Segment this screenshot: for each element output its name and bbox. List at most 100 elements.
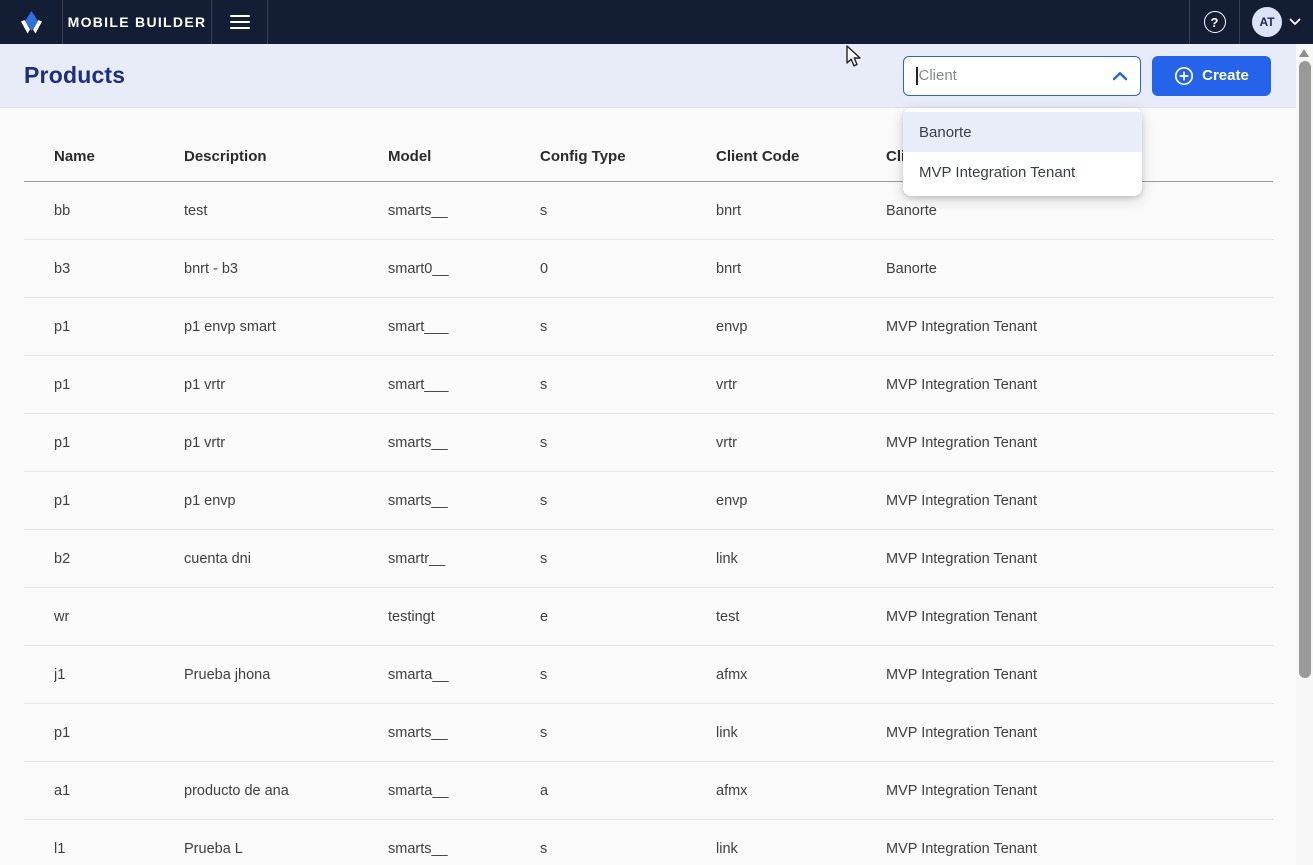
table-cell: test [184,203,388,219]
table-cell: p1 [54,377,184,393]
client-filter-input[interactable]: Client [903,56,1141,96]
table-cell: MVP Integration Tenant [886,609,1273,625]
table-cell: s [540,551,716,567]
create-button[interactable]: Create [1152,56,1271,96]
table-cell: Banorte [886,203,1273,219]
header-actions: Client Create [903,56,1271,96]
table-cell: 0 [540,261,716,277]
table-cell: MVP Integration Tenant [886,493,1273,509]
help-button[interactable]: ? [1190,0,1240,44]
table-row[interactable]: p1p1 envp smartsmart___senvpMVP Integrat… [24,298,1273,356]
table-cell: MVP Integration Tenant [886,435,1273,451]
column-header-description: Description [184,148,388,165]
logo-icon [18,9,45,36]
chevron-up-icon[interactable] [1112,71,1128,81]
table-row[interactable]: l1Prueba Lsmarts__slinkMVP Integration T… [24,820,1273,865]
create-button-label: Create [1202,67,1249,84]
table-row[interactable]: p1p1 envpsmarts__senvpMVP Integration Te… [24,472,1273,530]
table-cell: s [540,667,716,683]
text-caret [916,67,918,85]
table-cell: s [540,725,716,741]
table-cell: j1 [54,667,184,683]
table-cell: p1 [54,435,184,451]
table-cell: p1 vrtr [184,377,388,393]
table-cell: vrtr [716,377,886,393]
plus-circle-icon [1174,66,1194,86]
top-navbar: MOBILE BUILDER ? AT [0,0,1313,44]
table-row[interactable]: b3bnrt - b3smart0__0bnrtBanorte [24,240,1273,298]
table-cell: a [540,783,716,799]
table-cell: s [540,319,716,335]
table-cell: afmx [716,667,886,683]
chevron-down-icon[interactable] [1289,18,1301,26]
column-header-config-type: Config Type [540,148,716,165]
table-cell: l1 [54,841,184,857]
table-cell: p1 envp smart [184,319,388,335]
table-cell: smarts__ [388,435,540,451]
table-row[interactable]: b2cuenta dnismartr__slinkMVP Integration… [24,530,1273,588]
table-row[interactable]: p1p1 vrtrsmarts__svrtrMVP Integration Te… [24,414,1273,472]
account-menu[interactable]: AT [1240,0,1313,44]
table-cell: MVP Integration Tenant [886,551,1273,567]
table-row[interactable]: p1smarts__slinkMVP Integration Tenant [24,704,1273,762]
table-cell: Banorte [886,261,1273,277]
table-row[interactable]: wr testingtetestMVP Integration Tenant [24,588,1273,646]
table-cell: smartr__ [388,551,540,567]
vertical-scrollbar[interactable] [1296,44,1313,865]
table-cell: wr [54,609,184,625]
client-filter-placeholder: Client [919,67,957,84]
table-cell: vrtr [716,435,886,451]
table-row[interactable]: a1producto de anasmarta__aafmxMVP Integr… [24,762,1273,820]
table-cell: link [716,551,886,567]
table-cell: MVP Integration Tenant [886,841,1273,857]
hamburger-icon [230,15,250,29]
column-header-client-code: Client Code [716,148,886,165]
table-cell: smarts__ [388,841,540,857]
table-cell: smart0__ [388,261,540,277]
page-title: Products [24,62,125,89]
app-logo[interactable] [0,0,63,44]
table-cell: smart___ [388,319,540,335]
scrollbar-up-arrow-icon[interactable] [1299,49,1309,57]
dropdown-option-banorte[interactable]: Banorte [903,112,1142,152]
table-cell: b2 [54,551,184,567]
client-dropdown-panel: Banorte MVP Integration Tenant [903,108,1142,196]
scrollbar-thumb[interactable] [1299,61,1311,678]
table-cell: bb [54,203,184,219]
dropdown-option-mvp-integration-tenant[interactable]: MVP Integration Tenant [903,152,1142,192]
table-row[interactable]: j1Prueba jhonasmarta__safmxMVP Integrati… [24,646,1273,704]
products-table: Name Description Model Config Type Clien… [24,132,1273,865]
table-cell: testingt [388,609,540,625]
table-cell: afmx [716,783,886,799]
table-cell: smarts__ [388,493,540,509]
brand-title: MOBILE BUILDER [63,0,212,44]
table-cell: Prueba L [184,841,388,857]
table-cell: a1 [54,783,184,799]
table-cell: MVP Integration Tenant [886,667,1273,683]
table-cell: MVP Integration Tenant [886,319,1273,335]
menu-button[interactable] [212,0,268,44]
table-cell: envp [716,493,886,509]
table-row[interactable]: p1p1 vrtrsmart___svrtrMVP Integration Te… [24,356,1273,414]
table-cell: test [716,609,886,625]
table-cell: bnrt [716,203,886,219]
table-cell: s [540,435,716,451]
table-cell: cuenta dni [184,551,388,567]
table-cell: smarts__ [388,725,540,741]
table-cell: MVP Integration Tenant [886,725,1273,741]
table-body: bbtestsmarts__sbnrtBanorteb3bnrt - b3sma… [24,182,1273,865]
table-cell: s [540,841,716,857]
table-cell: smarts__ [388,203,540,219]
navbar-spacer [268,0,1190,44]
table-cell: p1 envp [184,493,388,509]
page-header: Products Client Create [0,44,1313,108]
table-cell: s [540,377,716,393]
table-cell: envp [716,319,886,335]
column-header-name: Name [54,148,184,165]
table-cell: smart___ [388,377,540,393]
table-cell: b3 [54,261,184,277]
table-cell: p1 [54,493,184,509]
help-icon: ? [1204,11,1226,33]
table-cell: e [540,609,716,625]
table-cell: smarta__ [388,667,540,683]
